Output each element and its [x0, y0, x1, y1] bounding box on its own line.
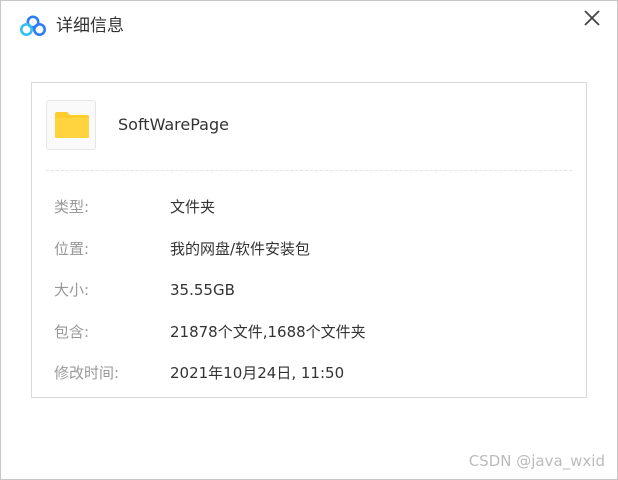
- divider: [46, 170, 572, 171]
- detail-label: 大小:: [54, 281, 90, 299]
- details-list: 类型: 文件夹 位置: 我的网盘/软件安装包 大小: 35.55GB 包含: 2…: [32, 187, 586, 395]
- dialog-title: 详细信息: [56, 16, 124, 36]
- info-panel: SoftWarePage 类型: 文件夹 位置: 我的网盘/软件安装包 大小: …: [31, 82, 587, 398]
- watermark: CSDN @java_wxid: [468, 452, 605, 470]
- folder-icon: [55, 112, 89, 138]
- detail-label: 类型:: [54, 198, 90, 216]
- detail-value: 21878个文件,1688个文件夹: [170, 322, 366, 341]
- detail-value: 我的网盘/软件安装包: [170, 239, 311, 258]
- detail-value: 文件夹: [170, 198, 216, 216]
- folder-name: SoftWarePage: [118, 115, 229, 134]
- baidu-netdisk-logo-icon: [19, 15, 47, 37]
- folder-thumbnail: [46, 100, 96, 150]
- detail-row-contains: 包含: 21878个文件,1688个文件夹: [32, 312, 586, 354]
- detail-label: 包含:: [54, 322, 90, 341]
- detail-label: 修改时间:: [54, 364, 120, 382]
- detail-value: 2021年10月24日, 11:50: [170, 364, 345, 382]
- title-bar: 详细信息: [1, 1, 617, 51]
- detail-value: 35.55GB: [170, 281, 235, 299]
- detail-row-location: 位置: 我的网盘/软件安装包: [32, 229, 586, 271]
- detail-label: 位置:: [54, 239, 90, 258]
- close-icon[interactable]: [581, 7, 603, 29]
- detail-row-modified: 修改时间: 2021年10月24日, 11:50: [32, 353, 586, 395]
- detail-row-type: 类型: 文件夹: [32, 187, 586, 229]
- details-dialog: 详细信息 SoftWarePage 类型: 文件夹 位置: 我的网盘/软件安装包: [0, 0, 618, 480]
- detail-row-size: 大小: 35.55GB: [32, 270, 586, 312]
